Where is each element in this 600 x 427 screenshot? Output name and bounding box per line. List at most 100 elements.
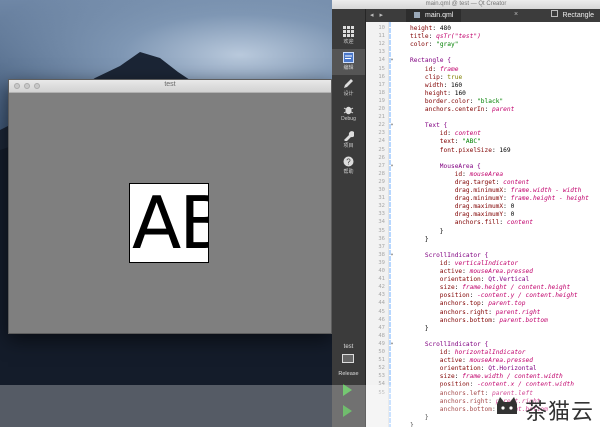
mode-label: 编辑 bbox=[343, 65, 354, 71]
code-line: id: content bbox=[410, 130, 481, 138]
close-tab-button[interactable]: × bbox=[514, 11, 518, 18]
line-number: 20 bbox=[378, 106, 385, 112]
line-number: 42 bbox=[378, 284, 385, 291]
line-number: 43 bbox=[378, 292, 385, 299]
code-editor[interactable]: 10 11 12 13 14 15 16 17 18 19 20 21 22 23 24 25 26 27 28 29… bbox=[366, 22, 600, 427]
fold-arrow-icon[interactable]: ▾ bbox=[388, 163, 396, 169]
mode-label: 帮助 bbox=[343, 169, 354, 175]
line-number: 27 bbox=[378, 162, 385, 169]
qt-creator-window: main.qml @ test — Qt Creator 欢迎 编辑 设计 De… bbox=[332, 0, 600, 427]
tab-main-qml[interactable]: main.qml bbox=[406, 9, 462, 22]
monitor-icon[interactable] bbox=[342, 354, 354, 363]
line-number: 50 bbox=[378, 349, 385, 355]
edit-icon bbox=[343, 52, 354, 63]
line-number: 52 bbox=[378, 365, 385, 372]
code-line: drag.target: content bbox=[410, 178, 530, 186]
line-number: 15 bbox=[378, 65, 385, 72]
mode-design[interactable]: 设计 bbox=[332, 75, 365, 101]
cat-logo-icon bbox=[497, 397, 517, 414]
bug-icon bbox=[343, 106, 354, 115]
line-number: 28 bbox=[378, 170, 385, 177]
line-number: 34 bbox=[378, 219, 385, 226]
line-number: 26 bbox=[378, 154, 385, 161]
code-line: id: frame bbox=[410, 65, 459, 73]
code-line: } bbox=[410, 227, 444, 235]
mode-debug[interactable]: Debug bbox=[332, 101, 365, 127]
mode-label: 设计 bbox=[343, 91, 354, 97]
code-line: font.pixelSize: 169 bbox=[410, 146, 511, 154]
line-number: 47 bbox=[378, 324, 385, 331]
kit-name[interactable]: test bbox=[332, 344, 365, 350]
line-number: 22 bbox=[378, 122, 385, 129]
symbol-selector[interactable]: Rectangle bbox=[551, 9, 594, 22]
code-line: ScrollIndicator { bbox=[410, 340, 489, 348]
line-number: 10 bbox=[378, 25, 385, 31]
code-line: color: "gray" bbox=[410, 41, 459, 49]
fold-arrow-icon[interactable]: ▾ bbox=[388, 57, 396, 63]
creator-titlebar[interactable]: main.qml @ test — Qt Creator bbox=[332, 0, 600, 9]
code-line: id: verticalIndicator bbox=[410, 259, 519, 267]
nav-arrows[interactable]: ◂ ▸ bbox=[370, 11, 385, 19]
content-text[interactable]: ABC bbox=[132, 184, 208, 262]
preview-window[interactable]: test ABC bbox=[8, 79, 332, 334]
line-number: 38 bbox=[378, 251, 385, 258]
line-number: 31 bbox=[378, 195, 385, 202]
line-number: 35 bbox=[378, 227, 385, 234]
line-number: 33 bbox=[378, 211, 385, 218]
code-line: MouseArea { bbox=[410, 162, 481, 170]
code-line: height: 160 bbox=[410, 89, 466, 97]
line-number: 12 bbox=[378, 41, 385, 48]
code-line: position: -content.y / content.height bbox=[410, 292, 578, 300]
fold-arrow-icon[interactable]: ▾ bbox=[388, 341, 396, 347]
line-number: 37 bbox=[378, 243, 385, 250]
fold-arrow-icon[interactable]: ▾ bbox=[388, 252, 396, 258]
line-number: 18 bbox=[378, 89, 385, 96]
line-number: 14 bbox=[378, 57, 385, 64]
line-number: 17 bbox=[378, 81, 385, 88]
mode-edit[interactable]: 编辑 bbox=[332, 49, 365, 75]
code-line: border.color: "black" bbox=[410, 97, 504, 105]
mode-sidebar: 欢迎 编辑 设计 Debug 项目 ? 帮助 test Release bbox=[332, 9, 366, 427]
code-line: active: mouseArea.pressed bbox=[410, 268, 533, 275]
code-line: orientation: Qt.Horizontal bbox=[410, 365, 537, 373]
line-number: 44 bbox=[378, 300, 385, 307]
preview-titlebar[interactable]: test bbox=[9, 80, 331, 93]
code-line: drag.maximumY: 0 bbox=[410, 211, 515, 219]
line-number: 45 bbox=[378, 308, 385, 315]
preview-title: test bbox=[164, 81, 176, 88]
code-line: anchors.right: parent.right bbox=[410, 308, 541, 316]
code-line: title: qsTr("test") bbox=[410, 33, 481, 41]
code-line: clip: true bbox=[410, 73, 463, 81]
code-line: Text { bbox=[410, 122, 448, 130]
code-line: anchors.top: parent.top bbox=[410, 300, 526, 308]
mode-welcome[interactable]: 欢迎 bbox=[332, 23, 365, 49]
code-line: Rectangle { bbox=[410, 57, 451, 65]
mode-label: 项目 bbox=[343, 143, 354, 149]
code-line: id: mouseArea bbox=[410, 170, 504, 178]
frame-rectangle[interactable]: ABC bbox=[129, 183, 209, 263]
line-number: 51 bbox=[378, 357, 385, 364]
preview-canvas: ABC bbox=[9, 93, 331, 334]
code-line: } bbox=[410, 235, 429, 243]
line-number: 40 bbox=[378, 268, 385, 274]
line-number: 36 bbox=[378, 235, 385, 242]
code-line: anchors.centerIn: parent bbox=[410, 106, 515, 113]
mode-projects[interactable]: 项目 bbox=[332, 127, 365, 153]
fold-arrow-icon[interactable]: ▾ bbox=[388, 122, 396, 128]
line-number: 32 bbox=[378, 203, 385, 210]
line-number: 46 bbox=[378, 316, 385, 323]
line-number: 49 bbox=[378, 340, 385, 347]
line-number: 11 bbox=[378, 33, 385, 40]
build-mode[interactable]: Release bbox=[332, 371, 365, 377]
grid-icon bbox=[343, 26, 354, 37]
line-number: 19 bbox=[378, 97, 385, 104]
change-marker bbox=[389, 22, 391, 427]
line-number-gutter: 10 11 12 13 14 15 16 17 18 19 20 21 22 23 24 25 26 27 28 29… bbox=[366, 22, 389, 427]
line-number: 29 bbox=[378, 178, 385, 185]
help-icon: ? bbox=[343, 156, 354, 167]
mode-help[interactable]: ? 帮助 bbox=[332, 153, 365, 179]
code-line: text: "ABC" bbox=[410, 138, 481, 146]
line-number: 16 bbox=[378, 73, 385, 80]
code-line: } bbox=[410, 324, 429, 332]
line-number: 24 bbox=[378, 138, 385, 145]
